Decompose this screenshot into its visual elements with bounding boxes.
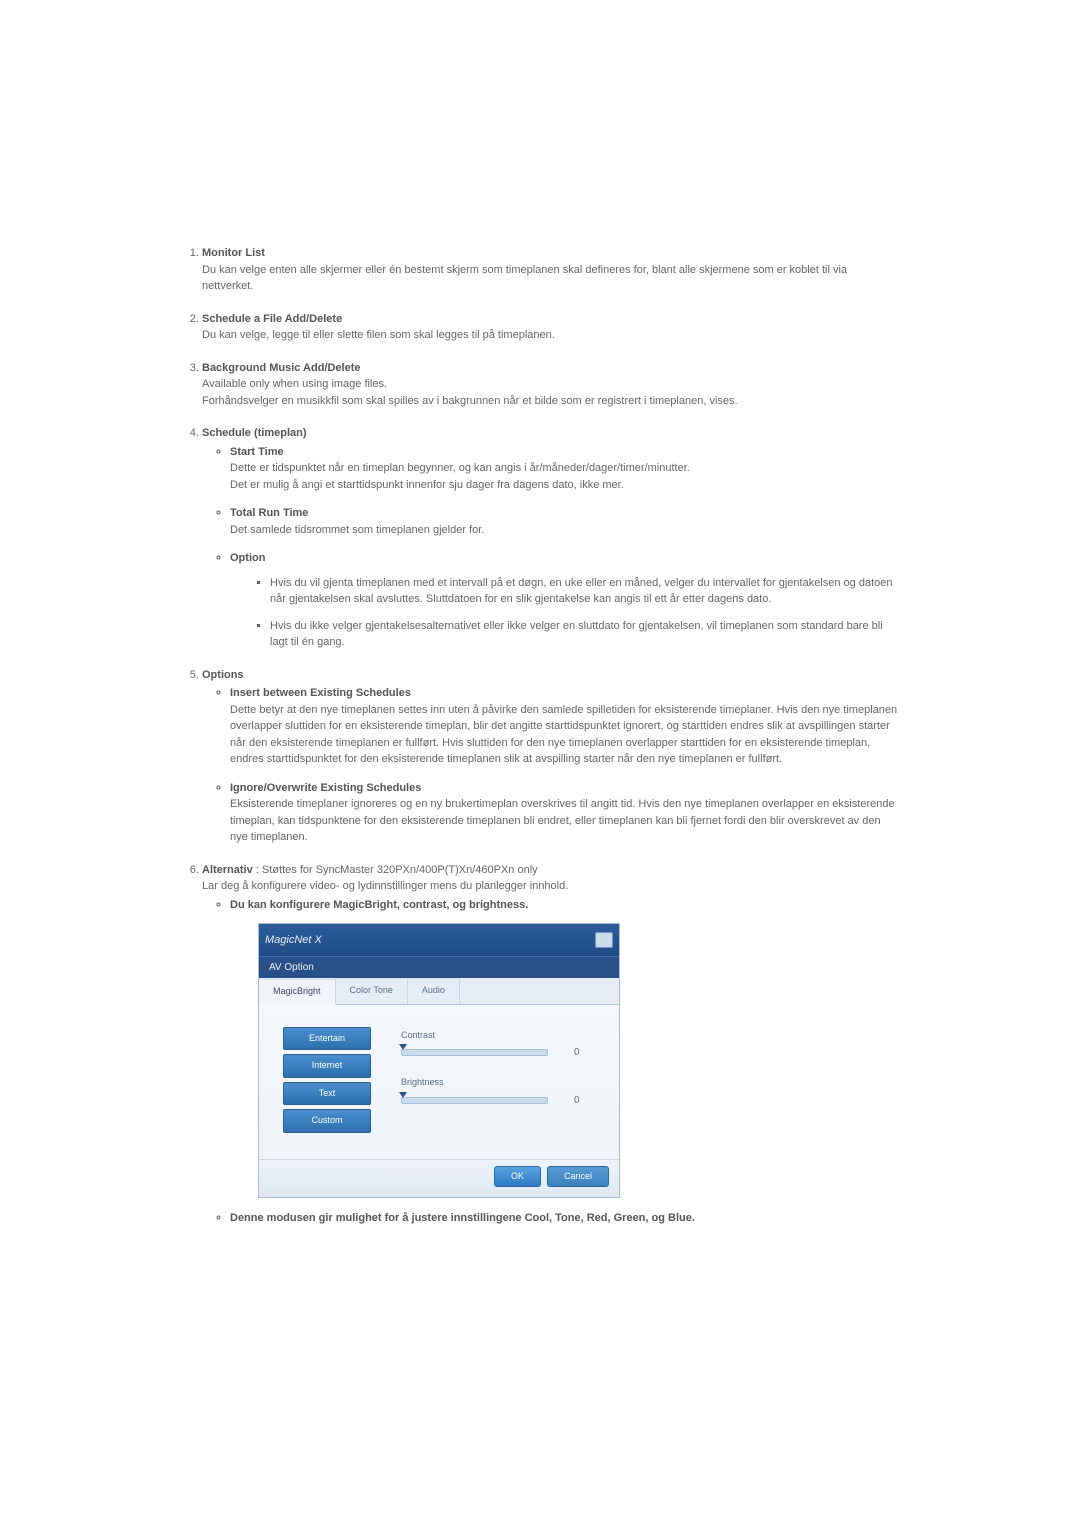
item-title: Schedule (timeplan)	[202, 427, 307, 439]
slider-column: Contrast 0	[401, 1027, 603, 1124]
sub-mode-cool-tone: Denne modusen gir mulighet for å justere…	[230, 1210, 900, 1227]
sub-title: Insert between Existing Schedules	[230, 687, 411, 699]
item-background-music: Background Music Add/Delete Available on…	[202, 360, 900, 410]
item-title: Options	[202, 669, 244, 681]
item-schedule-timeplan: Schedule (timeplan) Start Time Dette er …	[202, 425, 900, 651]
dialog-titlebar: MagicNet X	[259, 924, 619, 956]
cancel-button[interactable]: Cancel	[547, 1166, 609, 1188]
brightness-slider[interactable]	[401, 1097, 548, 1104]
slider-row: 0	[401, 1045, 603, 1060]
tab-bar: MagicBright Color Tone Audio	[259, 978, 619, 1005]
item-monitor-list: Monitor List Du kan velge enten alle skj…	[202, 245, 900, 295]
dialog-footer: OK Cancel	[259, 1159, 619, 1198]
ok-button[interactable]: OK	[494, 1166, 541, 1188]
logo-text: MagicNet X	[265, 932, 322, 949]
sub-text: Det samlede tidsrommet som timeplanen gj…	[230, 524, 484, 536]
item-title: Alternativ	[202, 864, 253, 876]
slider-row: 0	[401, 1093, 603, 1108]
sub-title: Start Time	[230, 446, 284, 458]
sub-text: Dette er tidspunktet når en timeplan beg…	[230, 462, 690, 474]
brightness-value: 0	[574, 1093, 580, 1108]
contrast-slider[interactable]	[401, 1049, 548, 1056]
document-content: Monitor List Du kan velge enten alle skj…	[180, 245, 900, 1227]
sub-ignore-overwrite: Ignore/Overwrite Existing Schedules Eksi…	[230, 780, 900, 846]
dialog-subtitle: AV Option	[259, 956, 619, 978]
contrast-label: Contrast	[401, 1029, 603, 1043]
sub-title: Option	[230, 552, 265, 564]
sub-insert-between: Insert between Existing Schedules Dette …	[230, 685, 900, 768]
preset-column: Entertain Internet Text Custom	[283, 1027, 371, 1133]
sub-list: Du kan konfigurere MagicBright, contrast…	[202, 897, 900, 1227]
dialog-screenshot: MagicNet X AV Option MagicBright Color T…	[258, 923, 900, 1198]
sub-title: Ignore/Overwrite Existing Schedules	[230, 782, 421, 794]
sub-list: Insert between Existing Schedules Dette …	[202, 685, 900, 846]
sub-start-time: Start Time Dette er tidspunktet når en t…	[230, 444, 900, 494]
slider-thumb-icon[interactable]	[399, 1092, 407, 1098]
item-text: Lar deg å konfigurere video- og lydinnst…	[202, 880, 568, 892]
contrast-value: 0	[574, 1045, 580, 1060]
sub-title: Du kan konfigurere MagicBright, contrast…	[230, 899, 528, 911]
sub-list: Start Time Dette er tidspunktet når en t…	[202, 444, 900, 651]
numbered-list: Monitor List Du kan velge enten alle skj…	[180, 245, 900, 1227]
item-title: Monitor List	[202, 247, 265, 259]
item-options: Options Insert between Existing Schedule…	[202, 667, 900, 846]
preset-internet-button[interactable]: Internet	[283, 1054, 371, 1078]
bullet-item: Hvis du ikke velger gjentakelsesalternat…	[270, 618, 900, 651]
item-title: Background Music Add/Delete	[202, 362, 361, 374]
tab-color-tone[interactable]: Color Tone	[336, 978, 408, 1004]
sub-total-run-time: Total Run Time Det samlede tidsrommet so…	[230, 505, 900, 538]
contrast-group: Contrast 0	[401, 1029, 603, 1061]
preset-custom-button[interactable]: Custom	[283, 1109, 371, 1133]
sub-config-magicbright: Du kan konfigurere MagicBright, contrast…	[230, 897, 900, 1199]
sub-title: Denne modusen gir mulighet for å justere…	[230, 1212, 695, 1224]
item-title: Schedule a File Add/Delete	[202, 313, 342, 325]
item-text: Available only when using image files.	[202, 378, 387, 390]
tab-audio[interactable]: Audio	[408, 978, 460, 1004]
sub-text: Det er mulig å angi et starttidspunkt in…	[230, 479, 624, 491]
tab-magicbright[interactable]: MagicBright	[259, 979, 336, 1005]
sub-text: Dette betyr at den nye timeplanen settes…	[230, 704, 897, 766]
item-schedule-file: Schedule a File Add/Delete Du kan velge,…	[202, 311, 900, 344]
sub-option: Option Hvis du vil gjenta timeplanen med…	[230, 550, 900, 651]
dialog-logo: MagicNet X	[265, 932, 322, 949]
av-option-dialog: MagicNet X AV Option MagicBright Color T…	[258, 923, 620, 1198]
dialog-body: Entertain Internet Text Custom Contrast	[259, 1005, 619, 1159]
bullet-item: Hvis du vil gjenta timeplanen med et int…	[270, 575, 900, 608]
slider-thumb-icon[interactable]	[399, 1044, 407, 1050]
item-text: Du kan velge, legge til eller slette fil…	[202, 329, 555, 341]
item-text: Du kan velge enten alle skjermer eller é…	[202, 264, 847, 293]
preset-text-button[interactable]: Text	[283, 1082, 371, 1106]
item-suffix: : Støttes for SyncMaster 320PXn/400P(T)X…	[253, 864, 538, 876]
close-icon[interactable]	[595, 932, 613, 948]
bullet-list: Hvis du vil gjenta timeplanen med et int…	[230, 575, 900, 651]
item-alternativ: Alternativ : Støttes for SyncMaster 320P…	[202, 862, 900, 1227]
preset-entertain-button[interactable]: Entertain	[283, 1027, 371, 1051]
sub-text: Eksisterende timeplaner ignoreres og en …	[230, 798, 895, 843]
item-text: Forhåndsvelger en musikkfil som skal spi…	[202, 395, 738, 407]
sub-title: Total Run Time	[230, 507, 308, 519]
brightness-label: Brightness	[401, 1076, 603, 1090]
brightness-group: Brightness 0	[401, 1076, 603, 1108]
